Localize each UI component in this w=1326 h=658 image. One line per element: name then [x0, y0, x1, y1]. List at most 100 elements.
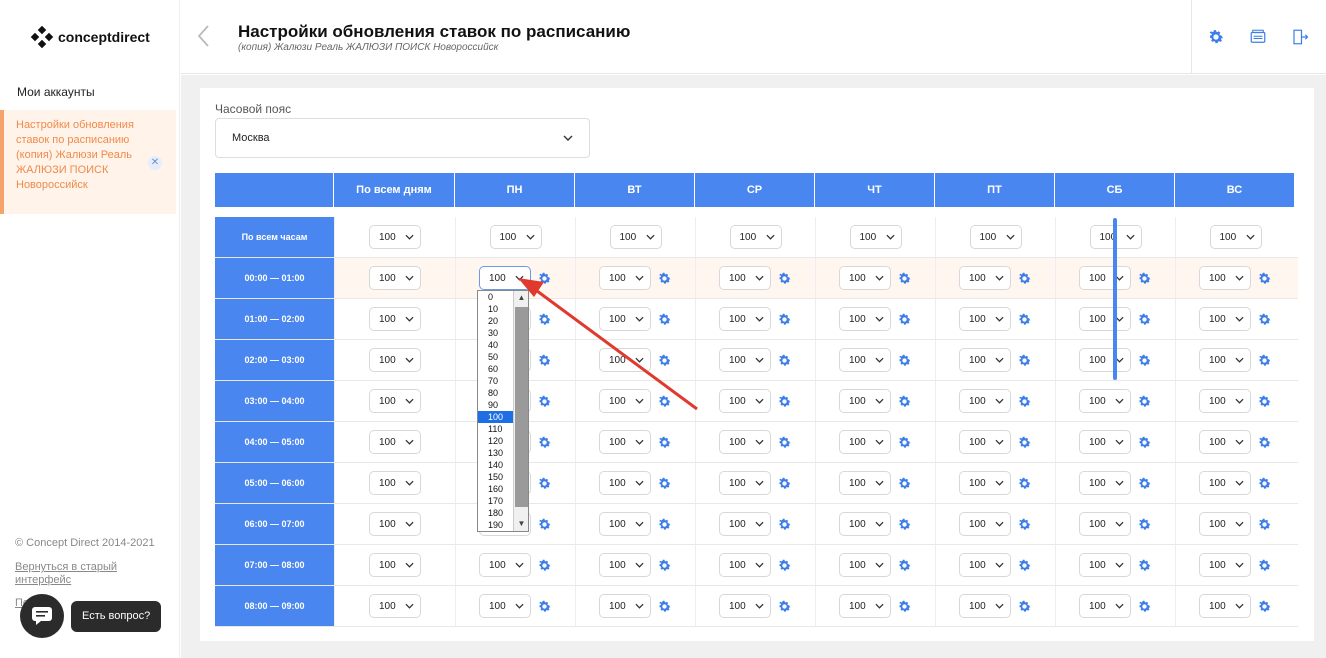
bid-select[interactable]: 100: [839, 553, 891, 577]
bid-select[interactable]: 100: [1079, 307, 1131, 331]
bid-select[interactable]: 100: [1079, 389, 1131, 413]
bid-select[interactable]: 100: [1199, 594, 1251, 618]
bid-select[interactable]: 100: [959, 430, 1011, 454]
bid-select[interactable]: 100: [1079, 430, 1131, 454]
gear-icon[interactable]: [1017, 558, 1032, 573]
gear-icon[interactable]: [897, 435, 912, 450]
bid-select[interactable]: 100: [849, 225, 902, 249]
gear-icon[interactable]: [537, 394, 552, 409]
bid-select[interactable]: 100: [959, 348, 1011, 372]
gear-icon[interactable]: [1137, 394, 1152, 409]
gear-icon[interactable]: [897, 517, 912, 532]
bid-select[interactable]: 100: [1199, 430, 1251, 454]
bid-select[interactable]: 100: [1199, 389, 1251, 413]
bid-select[interactable]: 100: [599, 553, 651, 577]
bid-select[interactable]: 100: [959, 266, 1011, 290]
gear-icon[interactable]: [1137, 435, 1152, 450]
close-icon[interactable]: ✕: [148, 156, 162, 170]
bid-select[interactable]: 100: [1079, 594, 1131, 618]
gear-icon[interactable]: [657, 558, 672, 573]
bid-select[interactable]: 100: [479, 594, 531, 618]
dropdown-scrollbar[interactable]: ▲ ▼: [513, 291, 528, 531]
bid-select[interactable]: 100: [839, 307, 891, 331]
dropdown-option[interactable]: 90: [478, 399, 514, 411]
bid-select[interactable]: 100: [959, 512, 1011, 536]
gear-icon[interactable]: [1207, 28, 1225, 46]
gear-icon[interactable]: [1017, 312, 1032, 327]
bid-select[interactable]: 100: [1079, 348, 1131, 372]
bid-select[interactable]: 100: [839, 389, 891, 413]
gear-icon[interactable]: [1017, 353, 1032, 368]
gear-icon[interactable]: [777, 353, 792, 368]
sidebar-item-accounts[interactable]: Мои аккаунты: [17, 85, 95, 99]
bid-select[interactable]: 100: [719, 512, 771, 536]
gear-icon[interactable]: [897, 271, 912, 286]
scroll-up-icon[interactable]: ▲: [514, 291, 529, 305]
scroll-down-icon[interactable]: ▼: [514, 517, 529, 531]
gear-icon[interactable]: [657, 476, 672, 491]
bid-select[interactable]: 100: [839, 512, 891, 536]
gear-icon[interactable]: [777, 558, 792, 573]
dropdown-option[interactable]: 80: [478, 387, 514, 399]
gear-icon[interactable]: [537, 517, 552, 532]
gear-icon[interactable]: [537, 558, 552, 573]
bid-select[interactable]: 100: [369, 512, 421, 536]
dropdown-option[interactable]: 150: [478, 471, 514, 483]
dropdown-option[interactable]: 110: [478, 423, 514, 435]
dropdown-option[interactable]: 130: [478, 447, 514, 459]
bid-select[interactable]: 100: [369, 266, 421, 290]
gear-icon[interactable]: [777, 599, 792, 614]
gear-icon[interactable]: [777, 394, 792, 409]
bid-select[interactable]: 100: [599, 389, 651, 413]
bid-select[interactable]: 100: [1199, 266, 1251, 290]
bid-select[interactable]: 100: [1209, 225, 1262, 249]
bid-select[interactable]: 100: [1079, 471, 1131, 495]
gear-icon[interactable]: [897, 353, 912, 368]
gear-icon[interactable]: [1257, 558, 1272, 573]
bid-select[interactable]: 100: [719, 471, 771, 495]
bid-select[interactable]: 100: [489, 225, 542, 249]
gear-icon[interactable]: [1137, 517, 1152, 532]
gear-icon[interactable]: [1137, 558, 1152, 573]
bid-select[interactable]: 100: [599, 594, 651, 618]
gear-icon[interactable]: [537, 599, 552, 614]
bid-select[interactable]: 100: [599, 430, 651, 454]
gear-icon[interactable]: [777, 476, 792, 491]
bid-select[interactable]: 100: [369, 594, 421, 618]
bid-select[interactable]: 100: [369, 307, 421, 331]
gear-icon[interactable]: [537, 435, 552, 450]
logo[interactable]: conceptdirect: [30, 25, 150, 49]
gear-icon[interactable]: [1017, 394, 1032, 409]
back-chevron-icon[interactable]: [196, 24, 210, 48]
gear-icon[interactable]: [897, 312, 912, 327]
dropdown-option[interactable]: 140: [478, 459, 514, 471]
bid-select[interactable]: 100: [1199, 553, 1251, 577]
bid-select[interactable]: 100: [369, 553, 421, 577]
gear-icon[interactable]: [1017, 517, 1032, 532]
gear-icon[interactable]: [1257, 599, 1272, 614]
card-icon[interactable]: [1249, 28, 1267, 46]
gear-icon[interactable]: [657, 353, 672, 368]
bid-select[interactable]: 100: [369, 471, 421, 495]
gear-icon[interactable]: [1257, 353, 1272, 368]
gear-icon[interactable]: [1017, 271, 1032, 286]
bid-select[interactable]: 100: [959, 594, 1011, 618]
dropdown-option[interactable]: 100: [478, 411, 514, 423]
gear-icon[interactable]: [1017, 435, 1032, 450]
bid-select[interactable]: 100: [1199, 471, 1251, 495]
gear-icon[interactable]: [777, 312, 792, 327]
gear-icon[interactable]: [1257, 394, 1272, 409]
bid-select[interactable]: 100: [479, 553, 531, 577]
bid-dropdown-list[interactable]: 0 10 20 30 40 50 60 70 80 90 100 110 120 130 140 150 160…: [477, 290, 529, 532]
bid-select[interactable]: 100: [1079, 553, 1131, 577]
bid-select[interactable]: 100: [839, 430, 891, 454]
old-interface-link[interactable]: Вернуться в старый интерфейс: [15, 561, 145, 587]
bid-select[interactable]: 100: [599, 307, 651, 331]
gear-icon[interactable]: [1137, 599, 1152, 614]
gear-icon[interactable]: [1257, 435, 1272, 450]
bid-select[interactable]: 100: [719, 307, 771, 331]
bid-select[interactable]: 100: [609, 225, 662, 249]
dropdown-option[interactable]: 40: [478, 339, 514, 351]
gear-icon[interactable]: [1257, 312, 1272, 327]
bid-select[interactable]: 100: [369, 348, 421, 372]
